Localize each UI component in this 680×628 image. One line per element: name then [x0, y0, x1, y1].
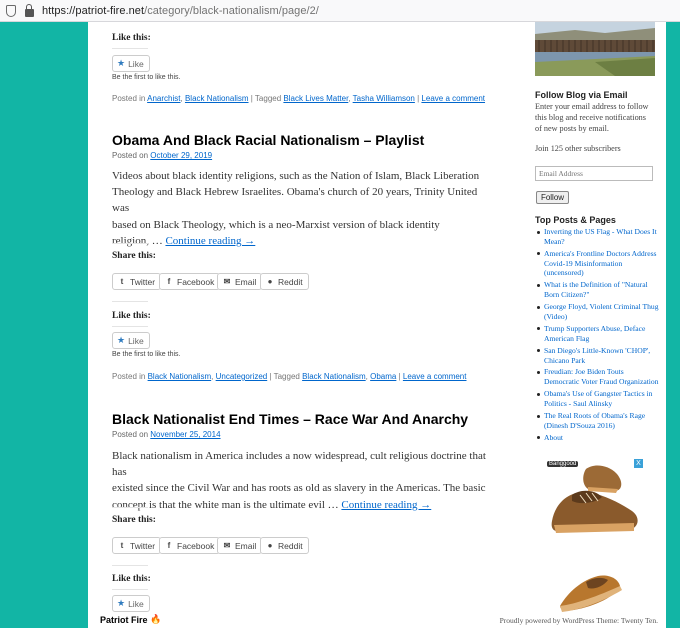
separator — [112, 326, 148, 327]
like-note: Be the first to like this. — [112, 351, 181, 358]
share-email-button[interactable]: ✉ Email — [217, 537, 263, 554]
post-date: Posted on November 25, 2014 — [112, 430, 221, 439]
flame-icon: 🔥 — [150, 614, 162, 624]
share-heading: Share this: — [112, 251, 156, 261]
separator — [112, 243, 148, 244]
share-email-button[interactable]: ✉ Email — [217, 273, 263, 290]
separator — [112, 589, 148, 590]
share-heading: Share this: — [112, 515, 156, 525]
list-item[interactable]: San Diego's Little-Known 'CHOP', Chicano… — [535, 346, 659, 366]
tracking-shield-icon[interactable] — [6, 4, 16, 17]
separator — [112, 301, 148, 302]
tag-link[interactable]: Tasha Williamson — [353, 94, 415, 103]
page-background-right — [666, 22, 680, 628]
like-note: Be the first to like this. — [112, 74, 181, 81]
follow-button[interactable]: Follow — [536, 191, 569, 204]
category-link[interactable]: Black Nationalism — [148, 372, 212, 381]
category-link[interactable]: Uncategorized — [216, 372, 268, 381]
leave-comment-link[interactable]: Leave a comment — [421, 94, 485, 103]
separator — [112, 48, 148, 49]
post-date-link[interactable]: October 29, 2019 — [150, 151, 212, 160]
share-reddit-button[interactable]: ● Reddit — [260, 537, 309, 554]
list-item[interactable]: Obama's Use of Gangster Tactics in Polit… — [535, 389, 659, 409]
subscriber-count: Join 125 other subscribers — [535, 144, 621, 153]
post-excerpt: Videos about black identity religions, s… — [112, 170, 480, 247]
lock-icon[interactable] — [25, 3, 34, 17]
share-twitter-button[interactable]: t Twitter — [112, 537, 162, 554]
like-button[interactable]: ★ Like — [112, 55, 150, 72]
shoe-ad-image — [551, 465, 638, 533]
share-twitter-button[interactable]: t Twitter — [112, 273, 162, 290]
list-item[interactable]: About — [535, 433, 659, 443]
url-text[interactable]: https://patriot-fire.net/category/black-… — [42, 5, 319, 17]
list-item[interactable]: The Real Roots of Obama's Rage (Dinesh D… — [535, 411, 659, 431]
post-excerpt: Black nationalism in America includes a … — [112, 450, 486, 511]
entry-utility: Posted in Black Nationalism, Uncategoriz… — [112, 372, 467, 381]
follow-blog-heading: Follow Blog via Email — [535, 90, 628, 100]
top-posts-heading: Top Posts & Pages — [535, 215, 616, 225]
separator — [112, 565, 148, 566]
advertisement[interactable]: Banggood X — [546, 459, 643, 549]
category-link[interactable]: Anarchist — [147, 94, 180, 103]
like-button[interactable]: ★ Like — [112, 595, 150, 612]
shoe-ad-image[interactable] — [556, 562, 626, 612]
facebook-icon: f — [167, 277, 171, 286]
border-wall-image[interactable] — [535, 22, 655, 76]
site-footer: Patriot Fire 🔥 Proudly powered by WordPr… — [88, 612, 666, 628]
browser-url-bar[interactable]: https://patriot-fire.net/category/black-… — [0, 0, 680, 22]
powered-by-text: Proudly powered by WordPress Theme: Twen… — [499, 616, 658, 625]
close-icon[interactable]: X — [634, 459, 643, 468]
list-item[interactable]: Freudian: Joe Biden Touts Democratic Vot… — [535, 367, 659, 387]
star-icon: ★ — [117, 335, 126, 345]
separator — [112, 507, 148, 508]
post-title[interactable]: Black Nationalist End Times – Race War A… — [112, 411, 468, 427]
share-facebook-button[interactable]: f Facebook — [159, 273, 221, 290]
category-link[interactable]: Black Nationalism — [185, 94, 249, 103]
list-item[interactable]: Inverting the US Flag - What Does It Mea… — [535, 227, 659, 247]
twitter-icon: t — [120, 277, 124, 286]
top-posts-list: Inverting the US Flag - What Does It Mea… — [535, 227, 659, 445]
reddit-icon: ● — [267, 277, 273, 286]
leave-comment-link[interactable]: Leave a comment — [403, 372, 467, 381]
post-title[interactable]: Obama And Black Racial Nationalism – Pla… — [112, 132, 424, 148]
share-reddit-button[interactable]: ● Reddit — [260, 273, 309, 290]
email-icon: ✉ — [223, 277, 231, 286]
post-date: Posted on October 29, 2019 — [112, 151, 213, 160]
like-heading: Like this: — [112, 33, 151, 43]
like-heading: Like this: — [112, 311, 151, 321]
site-title-link[interactable]: Patriot Fire — [100, 615, 148, 625]
tag-link[interactable]: Black Lives Matter — [283, 94, 348, 103]
list-item[interactable]: Trump Supporters Abuse, Deface American … — [535, 324, 659, 344]
like-heading: Like this: — [112, 574, 151, 584]
email-icon: ✉ — [223, 541, 231, 550]
page-content: Like this: ★ Like Be the first to like th… — [88, 22, 666, 628]
list-item[interactable]: America's Frontline Doctors Address Covi… — [535, 249, 659, 278]
page-background-left — [0, 22, 88, 628]
reddit-icon: ● — [267, 541, 273, 550]
twitter-icon: t — [120, 541, 124, 550]
tag-link[interactable]: Black Nationalism — [302, 372, 366, 381]
continue-reading-link[interactable]: Continue reading → — [341, 499, 431, 511]
star-icon: ★ — [117, 598, 126, 608]
tag-link[interactable]: Obama — [370, 372, 396, 381]
list-item[interactable]: What is the Definition of "Natural Born … — [535, 280, 659, 300]
continue-reading-link[interactable]: Continue reading → — [165, 235, 255, 247]
list-item[interactable]: George Floyd, Violent Criminal Thug (Vid… — [535, 302, 659, 322]
like-button[interactable]: ★ Like — [112, 332, 150, 349]
star-icon: ★ — [117, 58, 126, 68]
follow-blog-text: Enter your email address to follow this … — [535, 102, 649, 133]
post-date-link[interactable]: November 25, 2014 — [150, 430, 220, 439]
share-facebook-button[interactable]: f Facebook — [159, 537, 221, 554]
facebook-icon: f — [167, 541, 171, 550]
entry-utility: Posted in Anarchist, Black Nationalism |… — [112, 94, 486, 103]
ad-brand-badge: Banggood — [547, 461, 579, 467]
email-field[interactable] — [535, 166, 653, 181]
